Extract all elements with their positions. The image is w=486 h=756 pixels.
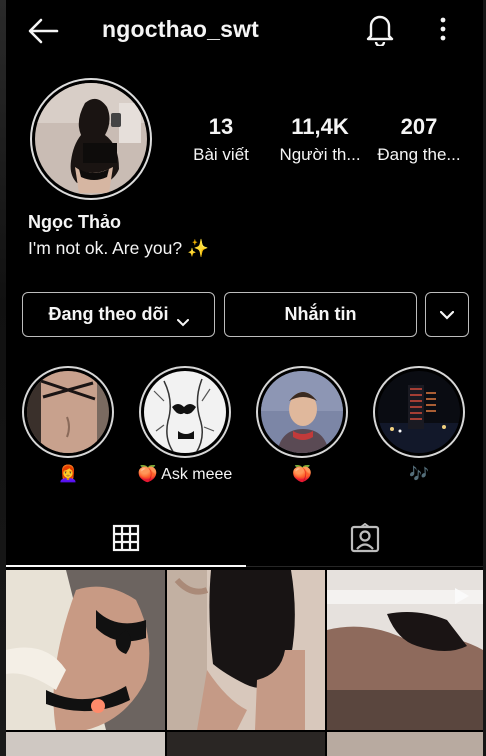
tab-tagged[interactable]: [246, 515, 483, 567]
stat-followers-value: 11,4K: [291, 114, 349, 139]
profile-avatar[interactable]: [30, 78, 152, 200]
profile-name: Ngọc Thảo: [28, 212, 121, 232]
stat-posts-label: Bài viết: [193, 145, 249, 164]
profile-username: ngocthao_swt: [102, 16, 260, 42]
post-thumbnail[interactable]: [327, 732, 483, 756]
more-vertical-icon[interactable]: [432, 14, 454, 44]
highlight-1-cover: [27, 371, 109, 453]
highlight-3[interactable]: [256, 366, 348, 458]
highlight-2[interactable]: [139, 366, 231, 458]
profile-bio: I'm not ok. Are you? ✨: [28, 238, 209, 258]
stat-posts-value: 13: [208, 114, 234, 139]
post-thumbnail[interactable]: [6, 570, 165, 730]
following-button-label: Đang theo dõi: [48, 304, 169, 324]
highlight-3-label: 🍑: [292, 466, 312, 483]
chevron-down-icon: [176, 311, 189, 326]
bell-icon[interactable]: [364, 12, 396, 48]
back-arrow-icon[interactable]: [26, 16, 60, 46]
top-bar: ngocthao_swt: [0, 0, 486, 62]
highlight-1-label: 👩‍🦰: [58, 466, 78, 483]
post-thumbnail[interactable]: [167, 732, 325, 756]
posts-grid: [6, 570, 483, 756]
post-thumbnail[interactable]: [327, 570, 483, 730]
message-button-label: Nhắn tin: [284, 304, 357, 324]
highlight-2-label: 🍑 Ask meee: [137, 466, 233, 483]
post-thumbnail[interactable]: [167, 570, 325, 730]
stat-following[interactable]: 207 Đang the...: [374, 114, 464, 165]
highlight-1[interactable]: [22, 366, 114, 458]
stat-following-value: 207: [400, 114, 438, 139]
tab-posts-grid[interactable]: [6, 515, 246, 567]
highlight-2-cover: [144, 371, 226, 453]
following-button[interactable]: Đang theo dõi: [22, 292, 215, 337]
stat-followers[interactable]: 11,4K Người th...: [276, 114, 364, 165]
avatar-image: [35, 83, 147, 195]
highlight-4[interactable]: [373, 366, 465, 458]
highlight-4-cover: [378, 371, 460, 453]
grid-icon: [112, 524, 140, 557]
stat-followers-label: Người th...: [279, 145, 361, 164]
highlight-4-label: 🎶: [409, 466, 429, 483]
stat-following-label: Đang the...: [377, 145, 461, 164]
profile-tabs: [6, 515, 483, 567]
post-thumbnail[interactable]: [6, 732, 165, 756]
chevron-down-icon: [439, 304, 455, 325]
stat-posts[interactable]: 13 Bài viết: [190, 114, 252, 165]
highlight-3-cover: [261, 371, 343, 453]
tagged-person-icon: [350, 522, 380, 558]
message-button[interactable]: Nhắn tin: [224, 292, 417, 337]
suggestions-dropdown-button[interactable]: [425, 292, 469, 337]
